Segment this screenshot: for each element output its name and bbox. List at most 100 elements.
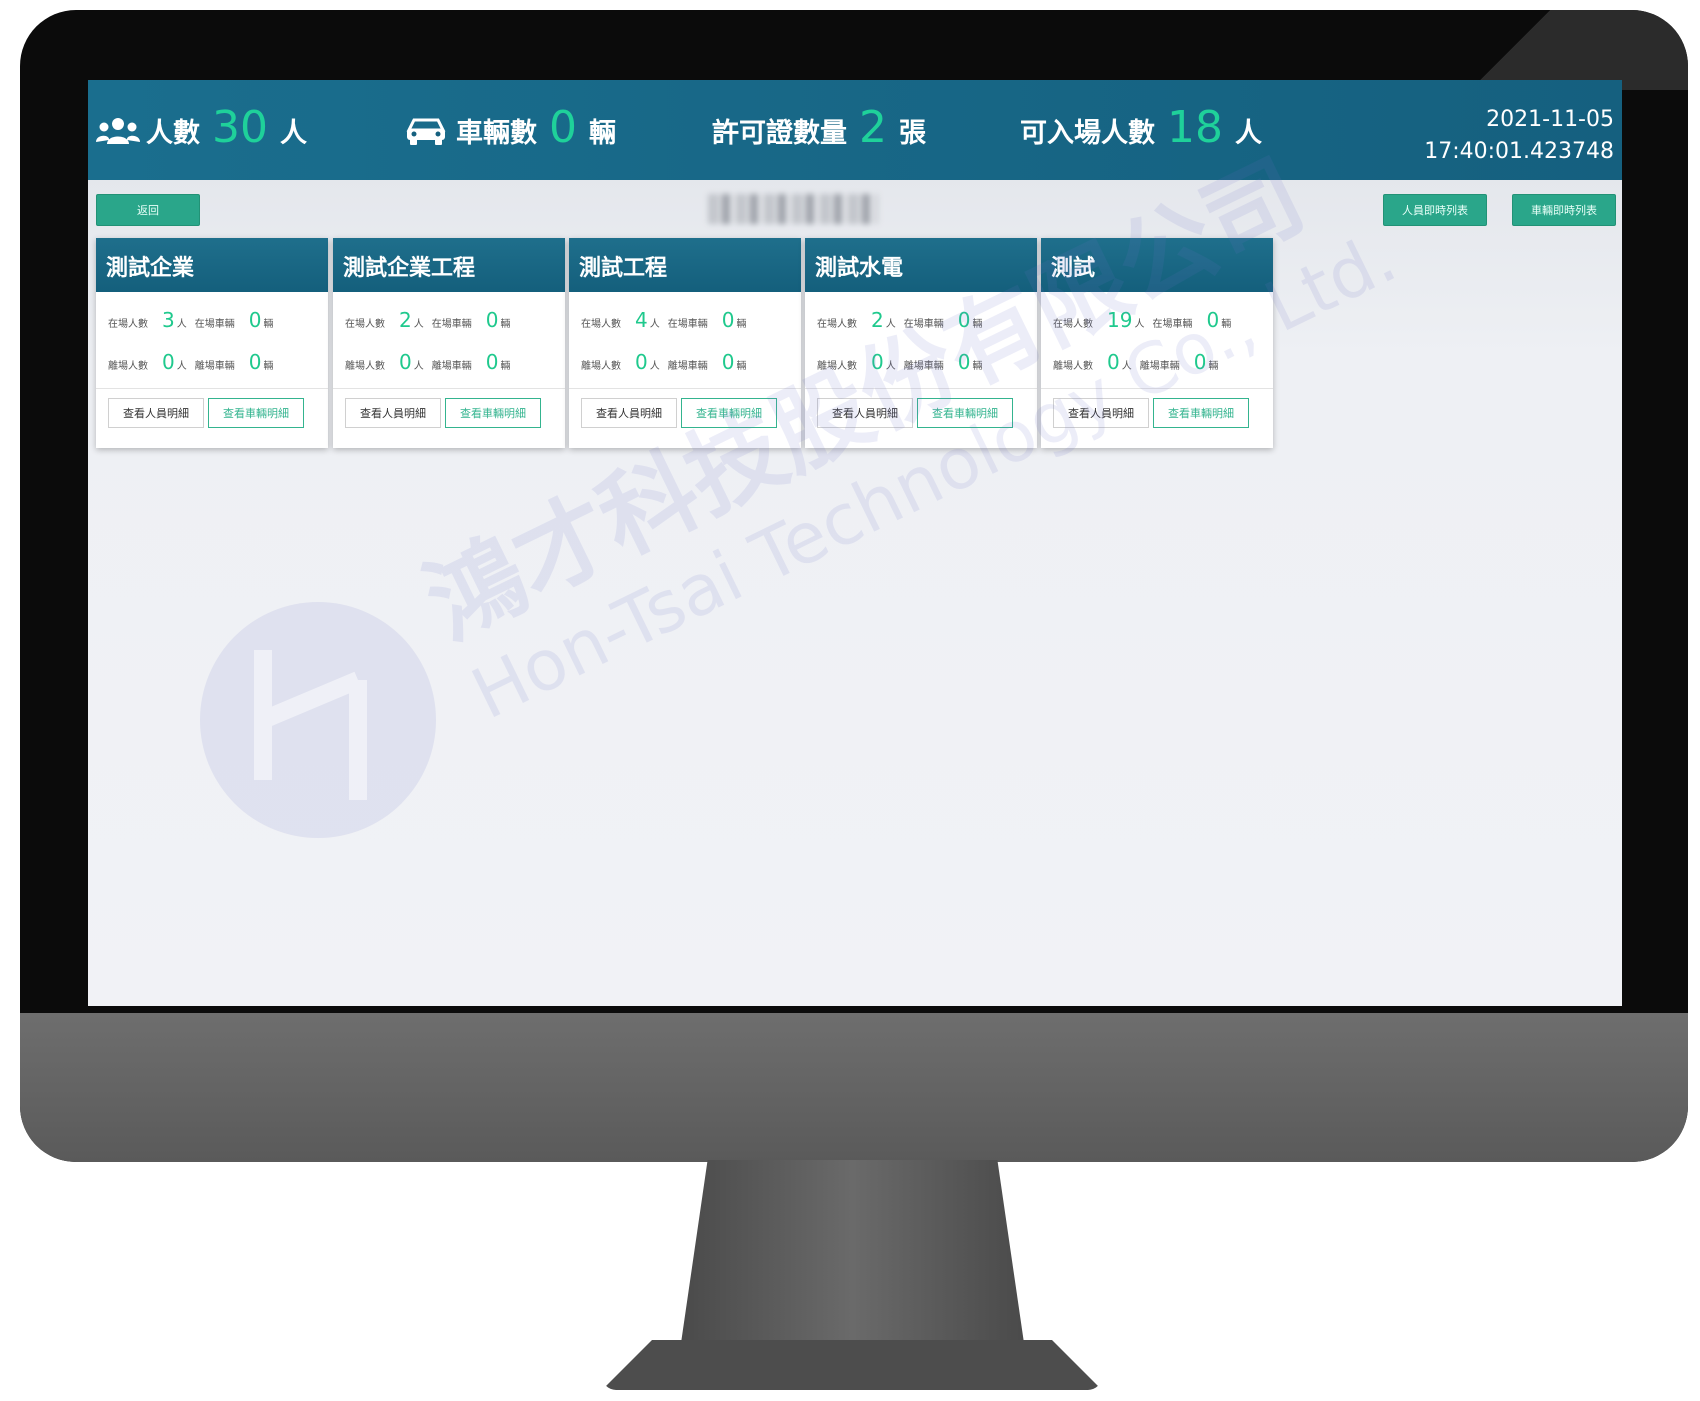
- onsite-vehicles-value: 0: [485, 308, 499, 332]
- left-people-value: 0: [871, 350, 884, 374]
- left-vehicles-value: 0: [248, 350, 262, 374]
- people-unit: 人: [176, 361, 187, 372]
- left-people-value: 0: [635, 350, 648, 374]
- vehicle-unit: 輛: [500, 319, 511, 330]
- vehicles-label: 車輛數: [456, 118, 537, 149]
- card-left-row: 離場人數 0 人 離場車輛 0 輛: [108, 350, 281, 374]
- vehicle-unit: 輛: [736, 361, 747, 372]
- card-title: 測試企業工程: [333, 238, 565, 292]
- people-count: 30: [212, 102, 268, 153]
- vehicle-unit: 輛: [1208, 361, 1219, 372]
- card-onsite-row: 在場人數 19 人 在場車輛 0 輛: [1053, 308, 1239, 332]
- vehicle-unit: 輛: [736, 319, 747, 330]
- company-card: 測試企業工程 在場人數 2 人 在場車輛 0 輛 離場人數 0 人 離場車輛 0…: [333, 238, 565, 448]
- left-people-label: 離場人數: [1053, 361, 1093, 372]
- view-vehicles-button[interactable]: 查看車輛明細: [1153, 398, 1249, 428]
- company-card: 測試水電 在場人數 2 人 在場車輛 0 輛 離場人數 0 人 離場車輛 0 輛…: [805, 238, 1037, 448]
- people-unit: 人: [176, 319, 187, 330]
- left-people-label: 離場人數: [108, 361, 148, 372]
- left-people-value: 0: [162, 350, 175, 374]
- card-title: 測試企業: [96, 238, 328, 292]
- onsite-vehicles-label: 在場車輛: [1152, 319, 1193, 330]
- view-people-button[interactable]: 查看人員明細: [1053, 398, 1149, 428]
- card-title: 測試: [1041, 238, 1273, 292]
- people-live-list-button[interactable]: 人員即時列表: [1383, 194, 1487, 226]
- card-onsite-row: 在場人數 2 人 在場車輛 0 輛: [817, 308, 990, 332]
- card-divider: [805, 388, 1037, 389]
- card-onsite-row: 在場人數 2 人 在場車輛 0 輛: [345, 308, 518, 332]
- card-title: 測試工程: [569, 238, 801, 292]
- stat-vehicles: 車輛數 0 輛: [406, 102, 616, 153]
- card-divider: [333, 388, 565, 389]
- allowed-count: 18: [1167, 102, 1223, 153]
- card-left-row: 離場人數 0 人 離場車輛 0 輛: [581, 350, 754, 374]
- card-left-row: 離場人數 0 人 離場車輛 0 輛: [345, 350, 518, 374]
- people-unit: 人: [649, 361, 660, 372]
- card-divider: [96, 388, 328, 389]
- left-vehicles-label: 離場車輛: [194, 361, 235, 372]
- date-text: 2021-11-05: [1486, 107, 1614, 132]
- stat-allowed-entry: 可入場人數 18 人: [1020, 102, 1262, 153]
- view-people-button[interactable]: 查看人員明細: [345, 398, 441, 428]
- people-label: 人數: [146, 118, 200, 149]
- vehicle-unit: 輛: [263, 319, 274, 330]
- people-unit: 人: [885, 361, 896, 372]
- view-people-button[interactable]: 查看人員明細: [108, 398, 204, 428]
- monitor-chin: [20, 1013, 1688, 1162]
- onsite-vehicles-value: 0: [721, 308, 735, 332]
- vehicle-live-list-button[interactable]: 車輛即時列表: [1512, 194, 1616, 226]
- view-vehicles-button[interactable]: 查看車輛明細: [445, 398, 541, 428]
- left-people-label: 離場人數: [581, 361, 621, 372]
- card-title: 測試水電: [805, 238, 1037, 292]
- card-divider: [1041, 388, 1273, 389]
- onsite-vehicles-value: 0: [248, 308, 262, 332]
- company-card: 測試企業 在場人數 3 人 在場車輛 0 輛 離場人數 0 人 離場車輛 0 輛…: [96, 238, 328, 448]
- card-left-row: 離場人數 0 人 離場車輛 0 輛: [1053, 350, 1226, 374]
- view-vehicles-button[interactable]: 查看車輛明細: [917, 398, 1013, 428]
- permits-label: 許可證數量: [712, 118, 847, 149]
- left-people-label: 離場人數: [817, 361, 857, 372]
- blurred-page-title: [708, 194, 878, 224]
- left-people-value: 0: [1107, 350, 1120, 374]
- people-unit: 人: [1121, 361, 1132, 372]
- view-vehicles-button[interactable]: 查看車輛明細: [681, 398, 777, 428]
- onsite-vehicles-label: 在場車輛: [903, 319, 944, 330]
- people-unit: 人: [1134, 319, 1145, 330]
- back-button[interactable]: 返回: [96, 194, 200, 226]
- company-card: 測試工程 在場人數 4 人 在場車輛 0 輛 離場人數 0 人 離場車輛 0 輛…: [569, 238, 801, 448]
- monitor-gloss: [1310, 10, 1688, 90]
- company-card: 測試 在場人數 19 人 在場車輛 0 輛 離場人數 0 人 離場車輛 0 輛 …: [1041, 238, 1273, 448]
- view-vehicles-button[interactable]: 查看車輛明細: [208, 398, 304, 428]
- onsite-vehicles-value: 0: [957, 308, 971, 332]
- stat-permits: 許可證數量 2 張: [712, 102, 926, 153]
- left-vehicles-value: 0: [721, 350, 735, 374]
- monitor-stand: [680, 1160, 1025, 1350]
- people-unit: 人: [280, 118, 307, 149]
- onsite-people-value: 4: [635, 308, 648, 332]
- vehicle-unit: 輛: [500, 361, 511, 372]
- view-people-button[interactable]: 查看人員明細: [581, 398, 677, 428]
- vehicles-count: 0: [549, 102, 577, 153]
- view-people-button[interactable]: 查看人員明細: [817, 398, 913, 428]
- onsite-vehicles-label: 在場車輛: [431, 319, 472, 330]
- left-people-label: 離場人數: [345, 361, 385, 372]
- card-onsite-row: 在場人數 3 人 在場車輛 0 輛: [108, 308, 281, 332]
- car-icon: [406, 116, 450, 146]
- people-unit: 人: [649, 319, 660, 330]
- onsite-people-label: 在場人數: [817, 319, 857, 330]
- left-people-value: 0: [399, 350, 412, 374]
- onsite-vehicles-label: 在場車輛: [667, 319, 708, 330]
- vehicles-unit: 輛: [589, 118, 616, 149]
- stat-people: 人數 30 人: [96, 102, 307, 153]
- app-screen: 人數 30 人 車輛數 0 輛 許可證數量 2 張 可入場人數 18 人 202…: [88, 80, 1622, 1006]
- onsite-people-value: 3: [162, 308, 175, 332]
- left-vehicles-label: 離場車輛: [431, 361, 472, 372]
- card-onsite-row: 在場人數 4 人 在場車輛 0 輛: [581, 308, 754, 332]
- left-vehicles-value: 0: [485, 350, 499, 374]
- vehicle-unit: 輛: [972, 319, 983, 330]
- left-vehicles-value: 0: [957, 350, 971, 374]
- people-unit: 人: [885, 319, 896, 330]
- vehicle-unit: 輛: [972, 361, 983, 372]
- card-divider: [569, 388, 801, 389]
- vehicle-unit: 輛: [1221, 319, 1232, 330]
